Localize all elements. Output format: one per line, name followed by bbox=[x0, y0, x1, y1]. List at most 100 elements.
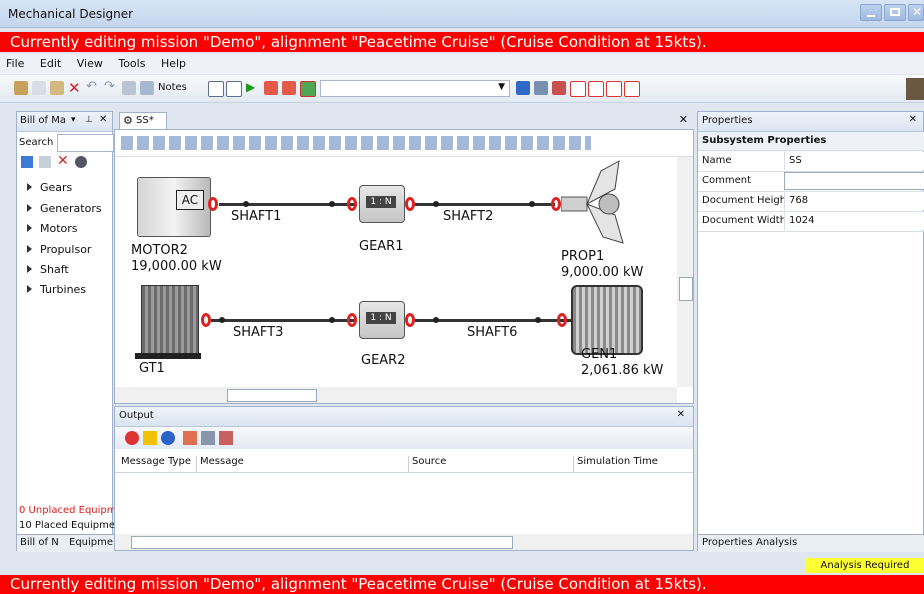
menu-edit[interactable]: Edit bbox=[34, 54, 67, 73]
expand-icon bbox=[27, 183, 32, 191]
tab-equipment[interactable]: Equipme bbox=[69, 537, 113, 548]
output-toolbar bbox=[115, 427, 693, 449]
chart2-icon[interactable] bbox=[588, 81, 604, 97]
prop-width-value[interactable]: 1024 bbox=[784, 212, 924, 230]
filter-icon[interactable] bbox=[75, 156, 87, 168]
grid-icon[interactable] bbox=[208, 81, 224, 97]
refresh-icon[interactable] bbox=[516, 81, 530, 95]
delete-icon[interactable]: ✕ bbox=[68, 79, 82, 97]
prop1-component[interactable] bbox=[561, 159, 641, 245]
gen1-component[interactable] bbox=[571, 285, 643, 355]
gear2-component[interactable]: 1 : N bbox=[359, 301, 405, 339]
prop-comment-value[interactable] bbox=[784, 172, 924, 190]
vscroll-thumb[interactable] bbox=[679, 277, 693, 301]
pin-icon[interactable]: ⊥ bbox=[85, 115, 93, 125]
note-icon[interactable] bbox=[140, 81, 154, 95]
simulate-all-icon[interactable] bbox=[282, 81, 296, 95]
tree-item-propulsor[interactable]: Propulsor bbox=[27, 243, 91, 256]
report-icon[interactable] bbox=[534, 81, 548, 95]
shaft-node bbox=[243, 201, 249, 207]
tree-item-shaft[interactable]: Shaft bbox=[27, 263, 69, 276]
shaft-node bbox=[329, 317, 335, 323]
hscroll-thumb[interactable] bbox=[227, 389, 317, 402]
tab-bill[interactable]: Bill of N bbox=[20, 537, 59, 548]
shaft-node bbox=[433, 201, 439, 207]
menu-help[interactable]: Help bbox=[155, 54, 192, 73]
menu-tools[interactable]: Tools bbox=[112, 54, 151, 73]
output-panel: Output ✕ Message Type Message Source Sim… bbox=[114, 406, 694, 551]
layout-icon[interactable] bbox=[122, 81, 136, 95]
list-icon[interactable] bbox=[39, 156, 51, 168]
motor2-component[interactable]: AC bbox=[137, 177, 211, 237]
col-message[interactable]: Message bbox=[196, 456, 244, 472]
tree-item-motors[interactable]: Motors bbox=[27, 222, 78, 235]
diagram-vscrollbar[interactable] bbox=[677, 157, 693, 387]
close-icon[interactable]: ✕ bbox=[99, 114, 107, 125]
tab-ss[interactable]: ⚙ SS* bbox=[119, 112, 167, 130]
diagram-canvas[interactable]: AC 1 : N SHAFT1 SHAFT2 GEAR1 MOTOR2 19,0… bbox=[115, 157, 677, 387]
coupling-icon bbox=[405, 197, 415, 211]
add-icon[interactable] bbox=[21, 156, 33, 168]
gear2-label: GEAR2 bbox=[361, 353, 406, 368]
col-source[interactable]: Source bbox=[408, 456, 446, 472]
expand-icon bbox=[27, 245, 32, 253]
remove-icon[interactable]: ✕ bbox=[57, 153, 69, 169]
clear-output-icon[interactable] bbox=[183, 431, 197, 445]
col-sim-time[interactable]: Simulation Time bbox=[573, 456, 658, 472]
tab-analysis[interactable]: Analysis bbox=[756, 537, 797, 548]
output-hscrollbar[interactable] bbox=[115, 534, 693, 550]
dropdown-icon[interactable]: ▾ bbox=[71, 115, 76, 125]
copy-icon[interactable] bbox=[32, 81, 46, 95]
menu-view[interactable]: View bbox=[71, 54, 109, 73]
gear1-component[interactable]: 1 : N bbox=[359, 185, 405, 223]
chart3-icon[interactable] bbox=[606, 81, 622, 97]
prop-comment-label: Comment bbox=[702, 175, 751, 186]
prop-row-comment: Comment bbox=[698, 172, 924, 192]
chart1-icon[interactable] bbox=[570, 81, 586, 97]
mission-dropdown[interactable]: ▼ bbox=[320, 80, 510, 97]
prop-name-value[interactable]: SS bbox=[784, 152, 924, 170]
error-icon[interactable] bbox=[125, 431, 139, 445]
tree-item-turbines[interactable]: Turbines bbox=[27, 283, 86, 296]
run-icon[interactable]: ▶ bbox=[246, 80, 260, 94]
shaft3-line[interactable] bbox=[211, 319, 357, 322]
close-icon[interactable]: ✕ bbox=[679, 113, 688, 126]
gt1-label: GT1 bbox=[139, 361, 165, 376]
columns-icon[interactable] bbox=[226, 81, 242, 97]
col-message-type[interactable]: Message Type bbox=[121, 456, 191, 467]
menu-file[interactable]: File bbox=[0, 54, 30, 73]
info-icon[interactable] bbox=[161, 431, 175, 445]
shaft1-label: SHAFT1 bbox=[231, 209, 282, 224]
tab-properties[interactable]: Properties bbox=[702, 537, 753, 548]
tree-item-generators[interactable]: Generators bbox=[27, 202, 102, 215]
tree-item-gears[interactable]: Gears bbox=[27, 181, 72, 194]
warning-icon[interactable] bbox=[143, 431, 157, 445]
minimize-button[interactable] bbox=[860, 4, 882, 21]
close-button[interactable]: ✕ bbox=[908, 4, 924, 21]
clear-filter-icon[interactable] bbox=[219, 431, 233, 445]
redo-icon[interactable]: ↷ bbox=[104, 79, 118, 94]
close-icon[interactable]: ✕ bbox=[677, 409, 685, 420]
bom-tab[interactable]: Bill of Ma bbox=[20, 115, 66, 126]
search-input[interactable] bbox=[57, 134, 114, 152]
filter-icon[interactable] bbox=[201, 431, 215, 445]
gt1-component[interactable] bbox=[141, 285, 199, 357]
cut-icon[interactable] bbox=[14, 81, 28, 95]
analysis-icon[interactable] bbox=[300, 81, 316, 97]
maximize-button[interactable] bbox=[884, 4, 906, 21]
diagram-tools[interactable] bbox=[121, 136, 591, 150]
simulate-icon[interactable] bbox=[264, 81, 278, 95]
undo-icon[interactable]: ↶ bbox=[86, 79, 100, 94]
close-icon[interactable]: ✕ bbox=[909, 114, 917, 125]
output-hscroll-thumb[interactable] bbox=[131, 536, 513, 549]
diagram-hscrollbar[interactable] bbox=[115, 387, 677, 403]
shaft1-line[interactable] bbox=[219, 203, 357, 206]
coupling-icon bbox=[201, 313, 211, 327]
notes-button[interactable]: Notes bbox=[158, 82, 187, 93]
paste-icon[interactable] bbox=[50, 81, 64, 95]
chart4-icon[interactable] bbox=[624, 81, 640, 97]
properties-header: Properties ✕ bbox=[698, 112, 923, 132]
clear-icon[interactable] bbox=[552, 81, 566, 95]
prop-height-value[interactable]: 768 bbox=[784, 192, 924, 210]
avatar bbox=[906, 78, 924, 100]
